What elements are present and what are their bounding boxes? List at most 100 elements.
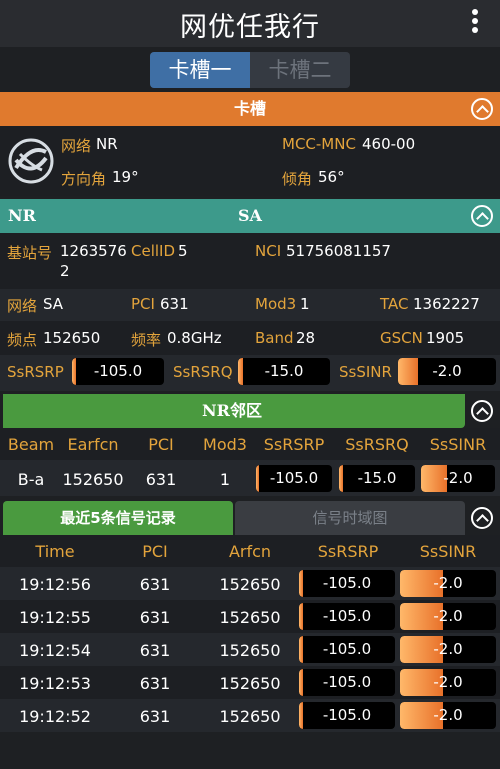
nr-sa-section-header[interactable]: NR SA [0, 199, 500, 233]
network-label: 网络 [61, 137, 92, 155]
neighbor-pci: 631 [145, 470, 177, 489]
tilt-value: 56° [318, 168, 345, 186]
record-ssrsrp-value: -105.0 [322, 607, 372, 625]
azimuth-value: 19° [112, 168, 139, 186]
record-sssinr-meter: -2.0 [400, 570, 496, 597]
ssrsrp-label: SsRSRP [7, 363, 64, 381]
mcc-mnc-value: 460-00 [362, 135, 416, 153]
pci-label: PCI [131, 295, 155, 313]
freq-value: 152650 [43, 329, 101, 347]
tilt-label: 倾角 [282, 170, 313, 188]
record-ssrsrp-meter: -105.0 [299, 702, 395, 729]
sssinr-meter: -2.0 [398, 358, 496, 385]
record-arfcn: 152650 [219, 575, 281, 594]
record-arfcn: 152650 [219, 641, 281, 660]
band-value: 28 [296, 329, 316, 347]
ssrsrp-meter: -105.0 [72, 358, 164, 385]
tac-value: 1362227 [413, 295, 480, 313]
net-label: 网络 [7, 297, 38, 315]
mod3-value: 1 [300, 295, 310, 313]
col-time: Time [35, 542, 75, 561]
nr-station-row: 基站号 1263576 2 CellID 5 NCI 51756081157 [0, 233, 500, 289]
station-value-line2: 2 [60, 262, 70, 280]
col-earfcn: Earfcn [67, 435, 119, 454]
neighbor-ssrsrq-value: -15.0 [357, 469, 397, 487]
tab-recent-records[interactable]: 最近5条信号记录 [3, 501, 233, 535]
ssrsrq-value: -15.0 [264, 362, 304, 380]
neighbor-ssrsrq-meter: -15.0 [339, 465, 415, 492]
app-title: 网优任我行 [180, 12, 320, 43]
ssrsrq-meter: -15.0 [238, 358, 330, 385]
record-ssrsrp-value: -105.0 [322, 640, 372, 658]
tab-sim2[interactable]: 卡槽二 [250, 52, 350, 88]
tab-sim1[interactable]: 卡槽一 [150, 52, 250, 88]
record-ssrsrp-meter: -105.0 [299, 669, 395, 696]
tab-signal-timeline[interactable]: 信号时域图 [235, 501, 465, 535]
record-ssrsrp-meter: -105.0 [299, 570, 395, 597]
tac-label: TAC [380, 295, 409, 313]
col-arfcn: Arfcn [228, 542, 272, 561]
record-row[interactable]: 19:12:54 631 152650 -105.0 -2.0 [0, 633, 500, 666]
pci-value: 631 [160, 295, 189, 313]
network-value: NR [96, 135, 118, 153]
record-row[interactable]: 19:12:53 631 152650 -105.0 -2.0 [0, 666, 500, 699]
col-ssrsrq: SsRSRQ [345, 435, 409, 454]
nci-label: NCI [255, 242, 282, 260]
slot-section-header[interactable]: 卡槽 [0, 92, 500, 126]
record-row[interactable]: 19:12:55 631 152650 -105.0 -2.0 [0, 600, 500, 633]
record-ssrsrp-value: -105.0 [322, 574, 372, 592]
cellid-value: 5 [178, 242, 188, 260]
record-time: 19:12:52 [19, 707, 91, 726]
collapse-chevron-icon[interactable] [471, 205, 493, 227]
records-column-header: Time PCI Arfcn SsRSRP SsSINR [0, 535, 500, 567]
neighbor-mod3: 1 [219, 470, 231, 489]
record-arfcn: 152650 [219, 608, 281, 627]
record-sssinr-meter: -2.0 [400, 702, 496, 729]
col-ssrsrp: SsRSRP [263, 435, 325, 454]
record-row[interactable]: 19:12:56 631 152650 -105.0 -2.0 [0, 567, 500, 600]
record-row[interactable]: 19:12:52 631 152650 -105.0 -2.0 [0, 699, 500, 732]
col-pci: PCI [142, 542, 168, 561]
neighbor-sssinr-meter: -2.0 [421, 465, 495, 492]
slot-info-panel: 网络 NR MCC-MNC 460-00 方向角 19° 倾角 56° [0, 126, 500, 196]
ssrsrq-label: SsRSRQ [173, 363, 233, 381]
record-arfcn: 152650 [219, 674, 281, 693]
collapse-chevron-icon[interactable] [471, 507, 493, 529]
neighbor-beam: B-a [17, 470, 45, 489]
record-ssrsrp-value: -105.0 [322, 706, 372, 724]
record-sssinr-value: -2.0 [433, 706, 463, 724]
nr-signal-row: SsRSRP -105.0 SsRSRQ -15.0 SsSINR -2.0 [0, 355, 500, 391]
neighbor-ssrsrp-meter: -105.0 [256, 465, 332, 492]
more-menu-icon[interactable] [470, 9, 480, 39]
nci-value: 51756081157 [286, 242, 391, 260]
col-sssinr: SsSINR [429, 435, 487, 454]
record-sssinr-value: -2.0 [433, 574, 463, 592]
record-ssrsrp-meter: -105.0 [299, 636, 395, 663]
record-sssinr-meter: -2.0 [400, 636, 496, 663]
col-ssrsrp: SsRSRP [317, 542, 379, 561]
record-ssrsrp-meter: -105.0 [299, 603, 395, 630]
title-bar: 网优任我行 [0, 0, 500, 47]
collapse-chevron-icon[interactable] [471, 400, 493, 422]
collapse-chevron-icon[interactable] [471, 98, 493, 120]
mod3-label: Mod3 [255, 295, 297, 313]
record-sssinr-meter: -2.0 [400, 669, 496, 696]
record-sssinr-value: -2.0 [433, 673, 463, 691]
record-pci: 631 [139, 674, 171, 693]
neighbor-section-header[interactable]: NR邻区 [0, 394, 500, 428]
record-pci: 631 [139, 575, 171, 594]
net-value: SA [43, 295, 64, 313]
record-sssinr-value: -2.0 [433, 607, 463, 625]
station-label: 基站号 [7, 244, 53, 262]
neighbor-ssrsrp-value: -105.0 [269, 469, 319, 487]
col-beam: Beam [7, 435, 55, 454]
china-mobile-logo [8, 138, 54, 184]
gscn-value: 1905 [426, 329, 465, 347]
col-sssinr: SsSINR [419, 542, 477, 561]
neighbor-row[interactable]: B-a 152650 631 1 -105.0 -15.0 -2.0 [0, 460, 500, 496]
records-tab-bar: 最近5条信号记录 信号时域图 [0, 501, 500, 535]
sssinr-value: -2.0 [432, 362, 462, 380]
gscn-label: GSCN [380, 329, 423, 347]
record-sssinr-meter: -2.0 [400, 603, 496, 630]
cellid-label: CellID [131, 242, 176, 260]
